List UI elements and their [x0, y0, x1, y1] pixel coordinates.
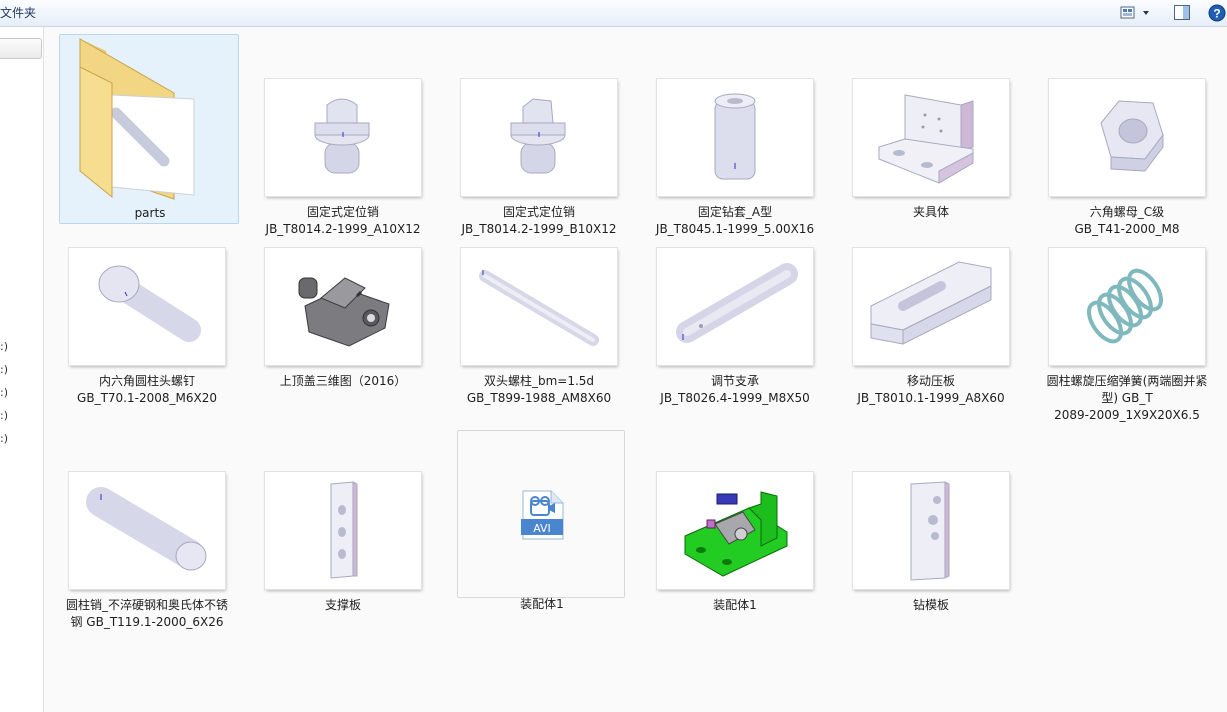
- file-label: 钻模板: [912, 598, 949, 612]
- file-label: 调节支承 JB_T8026.4-1999_M8X50: [660, 374, 810, 405]
- bushing-part-icon: [714, 93, 756, 180]
- file-thumbnail: [853, 472, 1009, 589]
- file-item-avi[interactable]: AVI 装配体1: [457, 430, 625, 611]
- file-list-view[interactable]: parts 固定式定位销 JB_T8014.2-1999_A10X12 固定式定…: [44, 27, 1227, 712]
- help-icon: ?: [1208, 4, 1226, 22]
- navigation-pane[interactable]: :) :) :) :) :): [0, 27, 44, 712]
- folder-item-parts[interactable]: parts: [59, 34, 239, 224]
- stud-part-icon: [479, 270, 599, 346]
- file-label: 上顶盖三维图（2016）: [279, 374, 407, 388]
- drive-item[interactable]: :): [0, 363, 10, 376]
- file-thumbnail: [461, 79, 617, 196]
- file-label: 装配体1: [520, 597, 564, 611]
- file-thumbnail: [853, 79, 1009, 196]
- pin-part-icon: [510, 98, 566, 174]
- file-thumbnail: [69, 472, 225, 589]
- command-bar: 文件夹 ?: [0, 0, 1227, 27]
- file-thumbnail: [853, 248, 1009, 365]
- favorites-header[interactable]: [0, 38, 42, 59]
- command-bar-title: 文件夹: [0, 6, 37, 20]
- spring-part-icon: [1087, 268, 1163, 344]
- file-label: 支撑板: [324, 598, 361, 612]
- drive-item[interactable]: :): [0, 409, 10, 422]
- file-label: parts: [134, 206, 166, 220]
- drive-item[interactable]: :): [0, 340, 10, 353]
- cap-screw-icon: [98, 265, 201, 342]
- fixture-body-icon: [878, 94, 974, 184]
- file-label: 圆柱销_不淬硬钢和奥氏体不锈 钢 GB_T119.1-2000_6X26: [65, 598, 228, 629]
- file-thumbnail: [461, 248, 617, 365]
- svg-text:?: ?: [1213, 7, 1220, 21]
- pin-part-icon: [314, 98, 370, 174]
- drill-plate-icon: [910, 481, 950, 581]
- file-label: 六角螺母_C级 GB_T41-2000_M8: [1074, 205, 1180, 236]
- help-button[interactable]: ?: [1208, 3, 1226, 23]
- cylindrical-pin-icon: [86, 487, 207, 571]
- clamp-plate-icon: [870, 261, 992, 345]
- file-label: 夹具体: [912, 205, 949, 219]
- adjustable-support-icon: [676, 263, 798, 343]
- assembly-part-icon: [684, 491, 788, 577]
- drive-item[interactable]: :): [0, 386, 10, 399]
- support-plate-icon: [330, 481, 358, 579]
- drive-item[interactable]: :): [0, 432, 10, 445]
- preview-pane-button[interactable]: [1172, 3, 1192, 23]
- file-label: 圆柱螺旋压缩弹簧(两端圈并紧 型) GB_T 2089-2009_1X9X20X…: [1046, 374, 1208, 422]
- file-thumbnail: [657, 79, 813, 196]
- file-thumbnail: [1049, 248, 1205, 365]
- file-thumbnail: [69, 248, 225, 365]
- file-label: 固定钻套_A型 JB_T8045.1-1999_5.00X16: [655, 205, 815, 236]
- avi-badge: AVI: [533, 522, 551, 535]
- file-label: 双头螺柱_bm=1.5d GB_T899-1988_AM8X60: [466, 374, 612, 405]
- file-label: 固定式定位销 JB_T8014.2-1999_B10X12: [461, 205, 617, 236]
- file-thumbnail: [657, 248, 813, 365]
- file-label: 固定式定位销 JB_T8014.2-1999_A10X12: [265, 205, 421, 236]
- file-thumbnail: [265, 248, 421, 365]
- file-thumbnail: [657, 472, 813, 589]
- hex-nut-icon: [1100, 100, 1164, 172]
- file-thumbnail: [1049, 79, 1205, 196]
- folder-icon: [79, 38, 195, 200]
- top-cover-icon: [298, 277, 390, 347]
- file-label: 内六角圆柱头螺钉 GB_T70.1-2008_M6X20: [77, 374, 217, 405]
- file-label: 移动压板 JB_T8010.1-1999_A8X60: [857, 374, 1005, 405]
- change-view-icon: [1120, 6, 1149, 19]
- change-view-button[interactable]: [1118, 3, 1154, 23]
- file-label: 装配体1: [713, 598, 757, 612]
- file-thumbnail: [265, 472, 421, 589]
- preview-pane-icon: [1174, 5, 1190, 20]
- file-thumbnail: [265, 79, 421, 196]
